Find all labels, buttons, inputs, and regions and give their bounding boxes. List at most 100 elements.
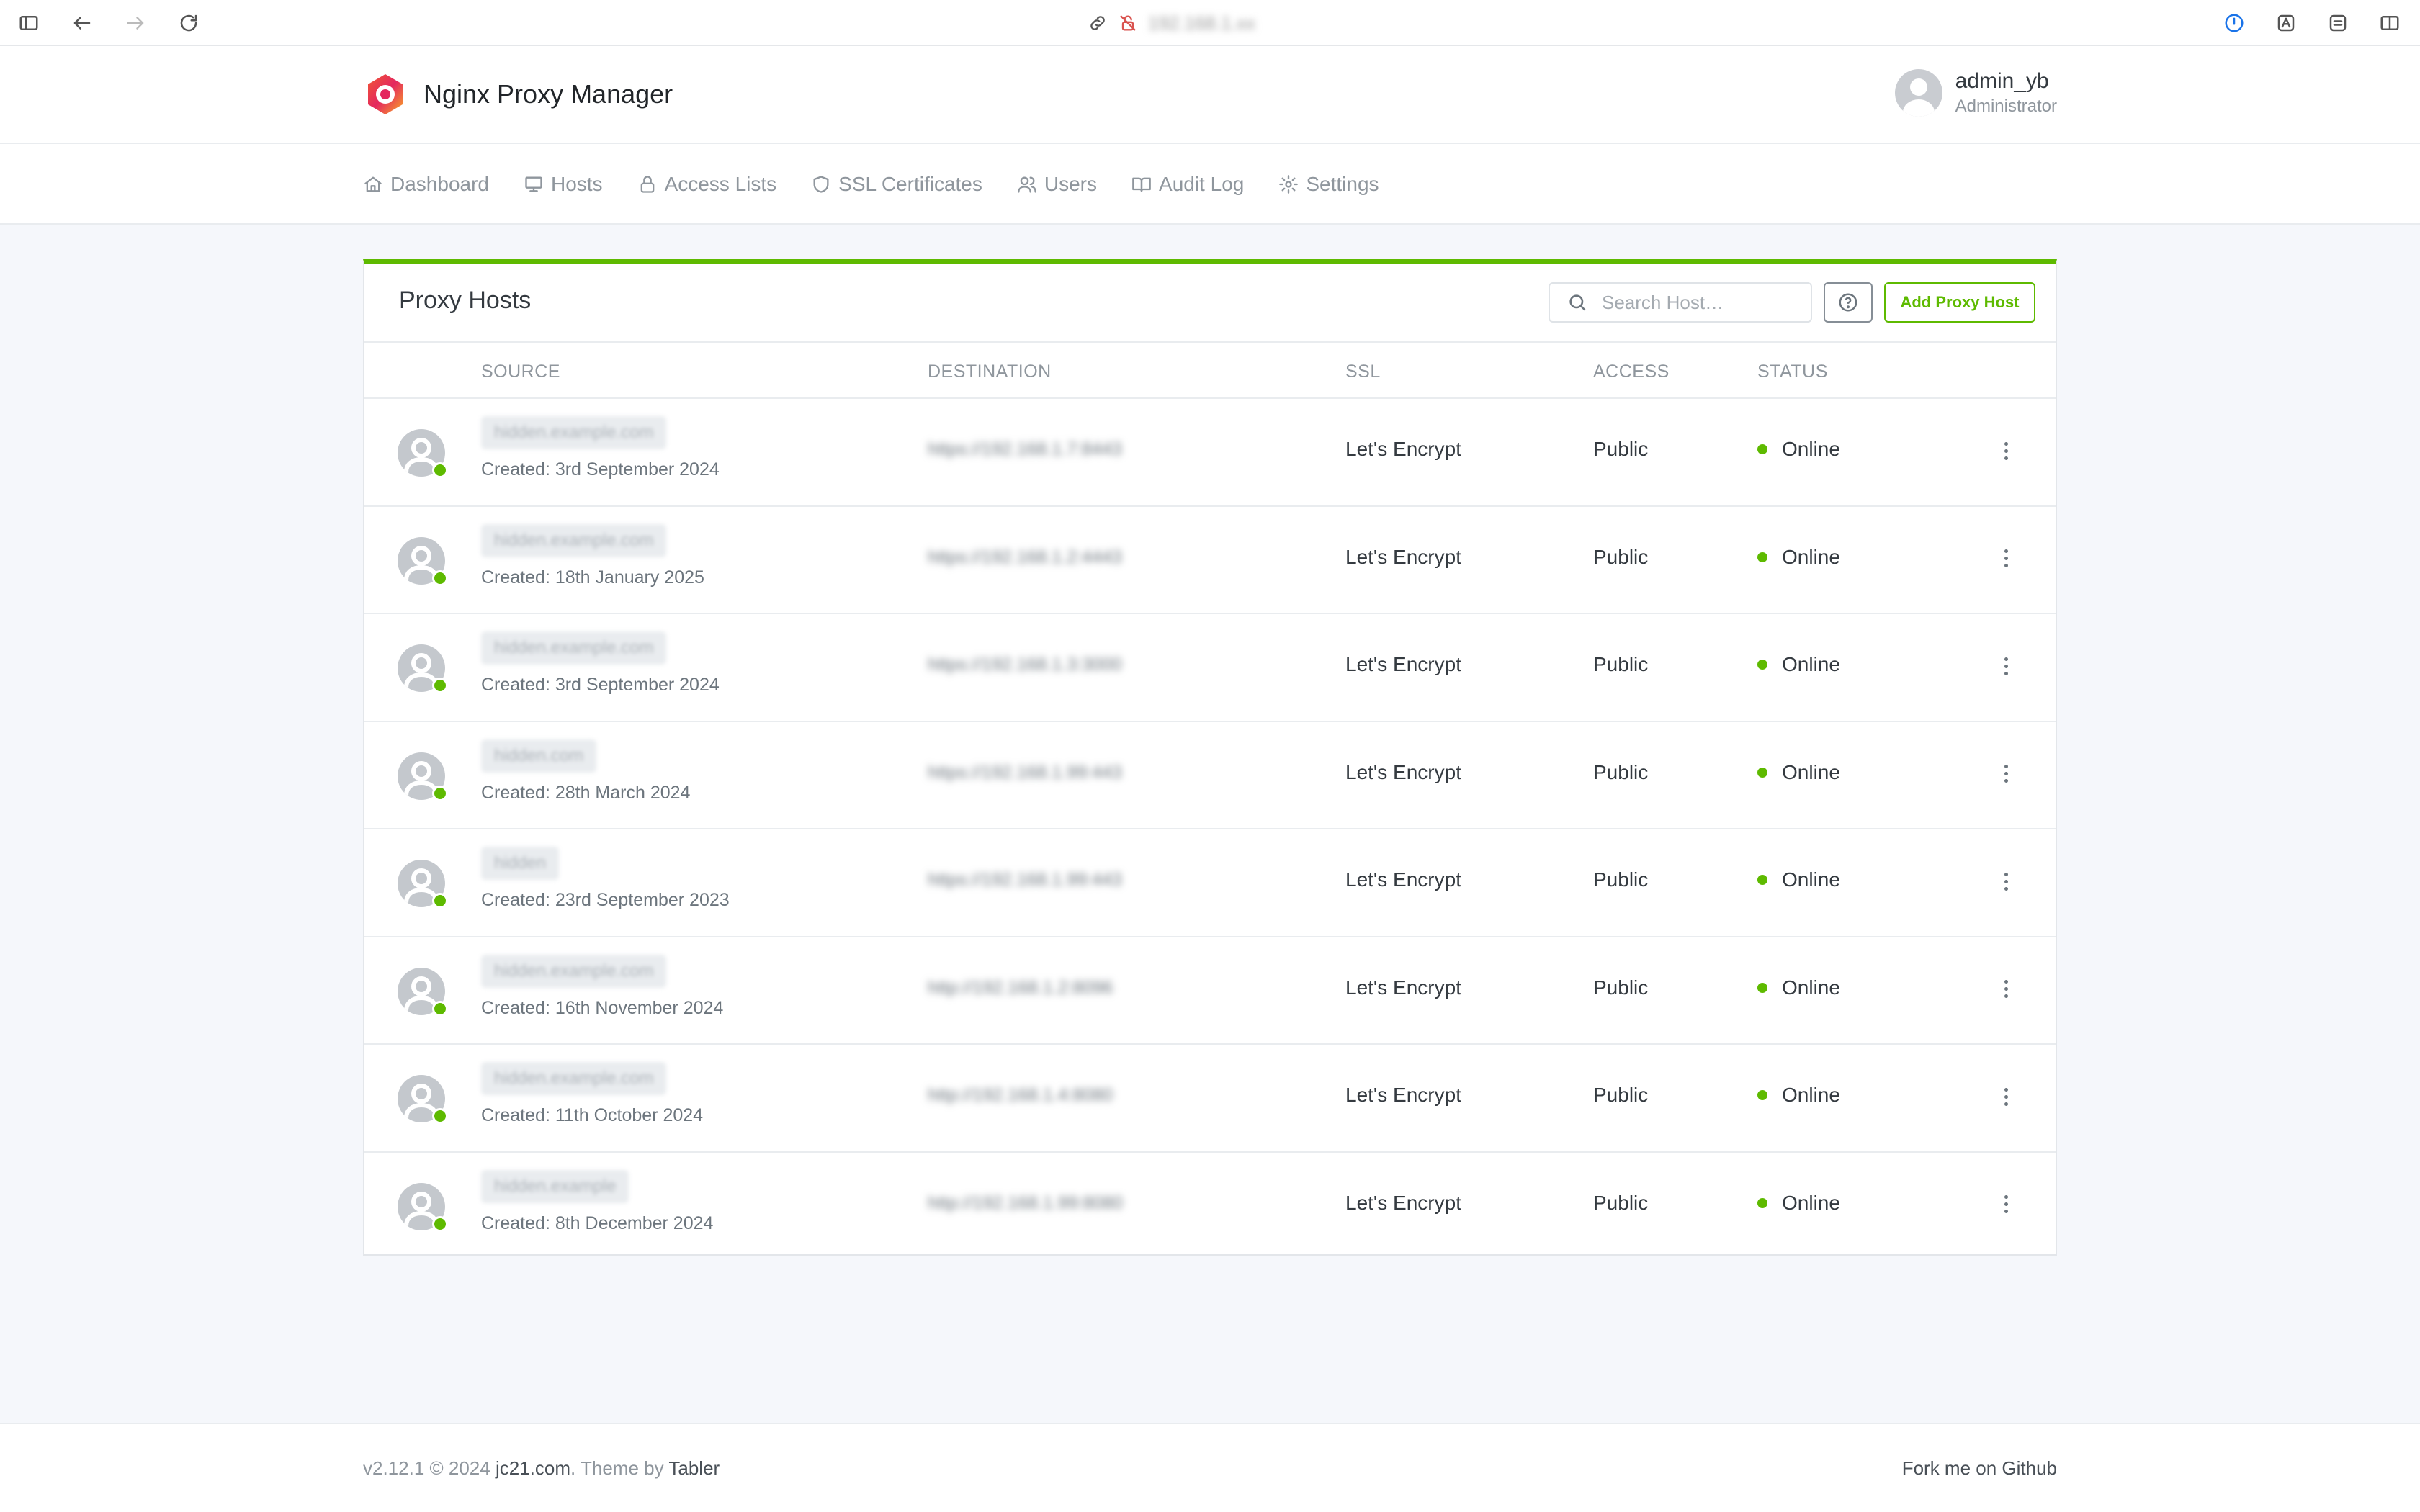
home-icon: [364, 176, 382, 192]
access-level: Public: [1593, 545, 1649, 568]
translate-icon[interactable]: [2273, 10, 2299, 36]
created-date: Created: 16th November 2024: [481, 997, 724, 1018]
url-text: 192.168.1.xx: [1148, 12, 1255, 34]
extensions-icon[interactable]: [2325, 10, 2351, 36]
row-menu-icon[interactable]: [1995, 650, 2017, 682]
tabler-link[interactable]: Tabler: [668, 1457, 720, 1479]
nav-label: Audit Log: [1159, 173, 1245, 195]
ssl-provider: Let's Encrypt: [1345, 438, 1461, 460]
nav-access-lists[interactable]: Access Lists: [637, 173, 776, 196]
user-silhouette-icon: [1902, 78, 1935, 117]
address-bar[interactable]: 192.168.1.xx: [1088, 10, 1255, 36]
user-role: Administrator: [1955, 96, 2057, 116]
created-date: Created: 18th January 2025: [481, 567, 704, 588]
source-domain-badge[interactable]: hidden.example.com: [481, 631, 667, 665]
nav-ssl-certificates[interactable]: SSL Certificates: [811, 173, 982, 196]
users-icon: [1018, 176, 1036, 193]
access-level: Public: [1593, 1191, 1649, 1214]
user-menu[interactable]: admin_yb Administrator: [1894, 69, 2057, 117]
github-link[interactable]: Fork me on Github: [1902, 1457, 2057, 1480]
help-button[interactable]: [1824, 282, 1873, 323]
online-indicator: [432, 462, 448, 478]
source-domain-badge[interactable]: hidden.example.com: [481, 523, 667, 557]
status-dot: [1757, 767, 1767, 778]
created-date: Created: 23rd September 2023: [481, 890, 730, 910]
nav-dashboard[interactable]: Dashboard: [363, 173, 489, 196]
ssl-provider: Let's Encrypt: [1345, 760, 1461, 783]
back-icon[interactable]: [69, 10, 95, 36]
nav-label: SSL Certificates: [838, 173, 982, 195]
version-text: v2.12.1 © 2024: [363, 1457, 490, 1479]
password-manager-icon[interactable]: [2221, 10, 2247, 36]
sidebar-toggle-icon[interactable]: [16, 10, 42, 36]
row-menu-icon[interactable]: [1995, 1081, 2017, 1112]
search-input[interactable]: [1602, 291, 1789, 314]
split-view-icon[interactable]: [2377, 10, 2403, 36]
access-level: Public: [1593, 976, 1649, 999]
col-source[interactable]: SOURCE: [481, 361, 560, 382]
nav-settings[interactable]: Settings: [1278, 173, 1379, 196]
col-destination[interactable]: DESTINATION: [928, 361, 1052, 382]
row-menu-icon[interactable]: [1995, 758, 2017, 790]
online-indicator: [432, 1000, 448, 1017]
ssl-provider: Let's Encrypt: [1345, 976, 1461, 999]
source-domain-badge[interactable]: hidden.example.com: [481, 954, 667, 988]
forward-icon[interactable]: [122, 10, 148, 36]
row-menu-icon[interactable]: [1995, 1189, 2017, 1220]
col-ssl[interactable]: SSL: [1345, 361, 1381, 382]
ssl-provider: Let's Encrypt: [1345, 545, 1461, 568]
row-menu-icon[interactable]: [1995, 543, 2017, 575]
access-level: Public: [1593, 760, 1649, 783]
status-dot: [1757, 875, 1767, 885]
ssl-provider: Let's Encrypt: [1345, 653, 1461, 675]
created-date: Created: 11th October 2024: [481, 1105, 704, 1125]
table-row[interactable]: hidden.example.com Created: 11th October …: [364, 1045, 2056, 1153]
status-text: Online: [1782, 438, 1840, 460]
status-text: Online: [1782, 976, 1840, 999]
status-badge: Online: [1757, 1084, 1840, 1107]
reload-icon[interactable]: [176, 10, 202, 36]
help-icon: [1839, 293, 1857, 312]
destination-url: http://192.168.1.2:8096: [928, 977, 1113, 998]
status-dot: [1757, 444, 1767, 454]
nav-audit-log[interactable]: Audit Log: [1131, 173, 1244, 196]
add-proxy-host-button[interactable]: Add Proxy Host: [1884, 282, 2035, 323]
source-domain-badge[interactable]: hidden.example.com: [481, 416, 667, 449]
row-menu-icon[interactable]: [1995, 435, 2017, 467]
table-row[interactable]: hidden.example.com Created: 3rd September…: [364, 399, 2056, 507]
nav-users[interactable]: Users: [1017, 173, 1097, 196]
table-row[interactable]: hidden.example.com Created: 16th November…: [364, 937, 2056, 1045]
lock-icon: [640, 176, 654, 193]
col-access[interactable]: ACCESS: [1593, 361, 1670, 382]
source-domain-badge[interactable]: hidden.com: [481, 739, 597, 773]
status-text: Online: [1782, 1191, 1840, 1214]
table-row[interactable]: hidden.example Created: 8th December 2024…: [364, 1153, 2056, 1261]
main-nav: Dashboard Hosts Access Lists SSL Certifi…: [0, 144, 2420, 225]
online-indicator: [432, 1215, 448, 1232]
ssl-provider: Let's Encrypt: [1345, 868, 1461, 891]
jc21-link[interactable]: jc21.com: [496, 1457, 570, 1479]
app-title: Nginx Proxy Manager: [424, 79, 673, 109]
table-row[interactable]: hidden.com Created: 28th March 2024 https:…: [364, 722, 2056, 829]
status-text: Online: [1782, 545, 1840, 568]
source-domain-badge[interactable]: hidden.example.com: [481, 1062, 667, 1095]
source-domain-badge[interactable]: hidden.example: [481, 1169, 629, 1203]
created-date: Created: 3rd September 2024: [481, 459, 720, 480]
brand[interactable]: Nginx Proxy Manager: [363, 72, 673, 117]
nav-label: Hosts: [550, 173, 603, 195]
source-domain-badge[interactable]: hidden: [481, 847, 560, 880]
row-menu-icon[interactable]: [1995, 973, 2017, 1005]
search-box[interactable]: [1549, 282, 1812, 323]
table-row[interactable]: hidden.example.com Created: 3rd September…: [364, 614, 2056, 722]
app-header: Nginx Proxy Manager admin_yb Administrat…: [0, 46, 2420, 144]
nav-hosts[interactable]: Hosts: [524, 173, 603, 196]
destination-url: http://192.168.1.4:8080: [928, 1085, 1113, 1105]
col-status[interactable]: STATUS: [1757, 361, 1828, 382]
row-menu-icon[interactable]: [1995, 865, 2017, 897]
table-row[interactable]: hidden.example.com Created: 18th January …: [364, 507, 2056, 614]
online-indicator: [432, 570, 448, 586]
table-row[interactable]: hidden Created: 23rd September 2023 https:…: [364, 829, 2056, 937]
nav-label: Dashboard: [390, 173, 489, 195]
created-date: Created: 3rd September 2024: [481, 675, 720, 695]
shield-icon: [813, 176, 829, 193]
